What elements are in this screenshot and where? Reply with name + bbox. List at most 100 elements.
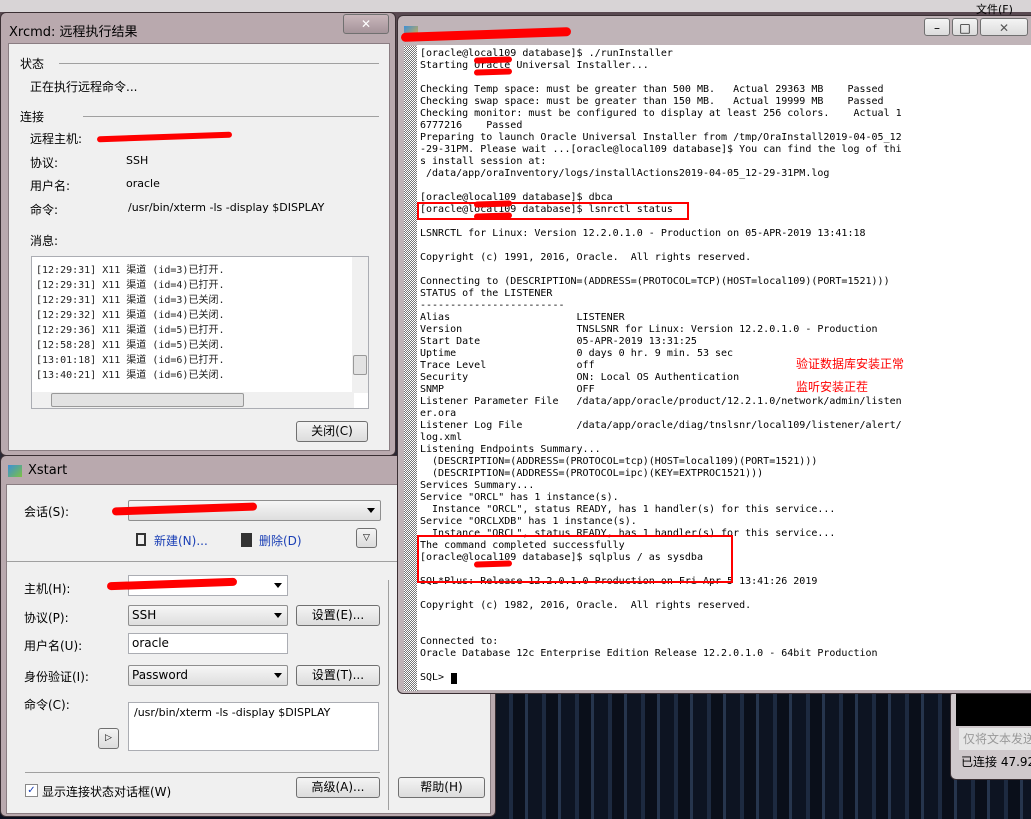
annotation-text: 验证数据库安装正常 <box>796 357 905 371</box>
close-dialog-button[interactable]: 关闭(C) <box>296 421 368 442</box>
terminal-line: Preparing to launch Oracle Universal Ins… <box>420 132 902 143</box>
log-entry: [12:58:28] X11 渠道 (id=5)已关闭. <box>36 340 225 351</box>
new-file-icon <box>136 533 146 546</box>
terminal-scrollbar[interactable] <box>404 46 418 691</box>
terminal-line: Listener Log File /data/app/oracle/diag/… <box>420 420 902 431</box>
command-textarea[interactable]: /usr/bin/xterm -ls -display $DISPLAY <box>128 702 379 751</box>
divider <box>83 116 379 117</box>
trash-icon <box>241 533 252 547</box>
send-text-input[interactable]: 仅将文本发送 <box>959 728 1031 750</box>
terminal-line: Alias LISTENER <box>420 312 625 323</box>
redaction <box>96 131 233 143</box>
terminal-line: Starting Oracle Universal Installer... <box>420 60 649 71</box>
close-button[interactable]: ✕ <box>980 18 1028 36</box>
terminal-output[interactable]: [oracle@local109 database]$ ./runInstall… <box>417 45 1031 690</box>
terminal-line: [oracle@local109 database]$ ./runInstall… <box>420 48 673 59</box>
highlight-box <box>417 535 733 583</box>
help-button[interactable]: 帮助(H) <box>398 777 485 798</box>
vertical-scrollbar[interactable] <box>352 257 368 393</box>
xstart-logo-icon <box>8 465 22 477</box>
auth-value: Password <box>132 668 189 682</box>
protocol-value: SSH <box>126 154 149 167</box>
advanced-button[interactable]: 高级(A)... <box>296 777 380 798</box>
terminal-line: log.xml <box>420 432 463 443</box>
run-arrow-button[interactable]: ▷ <box>98 728 119 749</box>
minimize-button[interactable]: – <box>924 18 950 36</box>
connection-section-label: 连接 <box>20 110 45 124</box>
xstart-title: Xstart <box>28 463 68 478</box>
terminal-line: STATUS of the LISTENER <box>420 288 553 299</box>
terminal-line: Listening Endpoints Summary... <box>420 444 601 455</box>
terminal-line: Copyright (c) 1982, 2016, Oracle. All ri… <box>420 600 752 611</box>
terminal-line: Connecting to (DESCRIPTION=(ADDRESS=(PRO… <box>420 276 890 287</box>
messages-log[interactable]: [12:29:31] X11 渠道 (id=3)已打开. [12:29:31] X… <box>31 256 369 409</box>
horizontal-scrollbar[interactable] <box>32 392 354 408</box>
delete-session-link[interactable]: 删除(D) <box>259 532 302 549</box>
side-window: 仅将文本发送 已连接 47.92.2 <box>950 690 1031 780</box>
maximize-button[interactable]: □ <box>952 18 978 36</box>
scroll-thumb[interactable] <box>51 393 244 407</box>
protocol-value: SSH <box>132 608 157 622</box>
username-input[interactable]: oracle <box>128 633 288 654</box>
terminal-line: Security ON: Local OS Authentication <box>420 372 740 383</box>
divider <box>388 580 389 810</box>
protocol-select[interactable]: SSH <box>128 605 288 626</box>
terminal-line: SNMP OFF <box>420 384 595 395</box>
username-value: oracle <box>126 177 160 190</box>
auth-settings-button[interactable]: 设置(T)... <box>296 665 380 686</box>
connection-status: 已连接 47.92.2 <box>961 755 1031 769</box>
terminal-line: Uptime 0 days 0 hr. 9 min. 53 sec <box>420 348 734 359</box>
status-text: 正在执行远程命令... <box>30 80 138 94</box>
command-value: /usr/bin/xterm -ls -display $DISPLAY <box>128 201 325 214</box>
xrcmd-window: Xrcmd: 远程执行结果 ✕ 状态 正在执行远程命令... 连接 远程主机: … <box>0 12 396 456</box>
new-session-link[interactable]: 新建(N)... <box>154 532 208 549</box>
terminal-line: /data/app/oraInventory/logs/installActio… <box>420 168 830 179</box>
terminal-line: Connected to: <box>420 636 499 647</box>
auth-label: 身份验证(I): <box>24 670 89 684</box>
terminal-line: -29-31PM. Please wait ...[oracle@local10… <box>420 144 902 155</box>
terminal-line: Oracle Database 12c Enterprise Edition R… <box>420 648 878 659</box>
terminal-line: Service "ORCLXDB" has 1 instance(s). <box>420 516 637 527</box>
terminal-line: Checking monitor: must be configured to … <box>420 108 902 119</box>
terminal-line: Start Date 05-APR-2019 13:31:25 <box>420 336 697 347</box>
protocol-settings-button[interactable]: 设置(E)... <box>296 605 380 626</box>
close-button[interactable]: ✕ <box>343 14 389 34</box>
auth-select[interactable]: Password <box>128 665 288 686</box>
log-entry: [12:29:31] X11 渠道 (id=3)已打开. <box>36 265 225 276</box>
xrcmd-panel: 状态 正在执行远程命令... 连接 远程主机: 协议: SSH 用户名: ora… <box>8 43 390 451</box>
show-status-label: 显示连接状态对话框(W) <box>42 785 172 799</box>
command-label: 命令(C): <box>24 698 70 712</box>
terminal-line: SQL> <box>420 672 451 683</box>
terminal-line: Checking Temp space: must be greater tha… <box>420 84 884 95</box>
protocol-label: 协议: <box>30 156 59 170</box>
messages-label: 消息: <box>30 234 59 248</box>
terminal-line: Instance "ORCL", status READY, has 1 han… <box>420 504 836 515</box>
background-window-strip <box>0 0 1031 12</box>
log-entry: [13:01:18] X11 渠道 (id=6)已打开. <box>36 355 225 366</box>
username-label: 用户名: <box>30 179 71 193</box>
protocol-label: 协议(P): <box>24 611 69 625</box>
terminal-line: ------------------------ <box>420 300 565 311</box>
terminal-cursor <box>451 673 457 684</box>
terminal-line: Service "ORCL" has 1 instance(s). <box>420 492 619 503</box>
divider <box>59 63 379 64</box>
session-label: 会话(S): <box>24 505 70 519</box>
host-label: 主机(H): <box>24 582 71 596</box>
scroll-thumb[interactable] <box>353 355 367 375</box>
terminal-line: Copyright (c) 1991, 2016, Oracle. All ri… <box>420 252 752 263</box>
remote-host-label: 远程主机: <box>30 132 83 146</box>
log-entry: [12:29:36] X11 渠道 (id=5)已打开. <box>36 325 225 336</box>
log-entry: [13:40:21] X11 渠道 (id=6)已关闭. <box>36 370 225 381</box>
terminal-line: Checking swap space: must be greater tha… <box>420 96 884 107</box>
command-label: 命令: <box>30 203 59 217</box>
xrcmd-title: Xrcmd: 远程执行结果 <box>9 25 138 40</box>
log-entry: [12:29:31] X11 渠道 (id=3)已关闭. <box>36 295 225 306</box>
expand-button[interactable]: ▽ <box>356 528 377 548</box>
log-entry: [12:29:31] X11 渠道 (id=4)已打开. <box>36 280 225 291</box>
status-section-label: 状态 <box>20 57 45 71</box>
show-status-checkbox[interactable]: ✓ <box>25 784 38 797</box>
annotation-text: 监听安装正茬 <box>796 380 869 394</box>
divider <box>25 772 380 773</box>
terminal-line: (DESCRIPTION=(ADDRESS=(PROTOCOL=tcp)(HOS… <box>420 456 818 467</box>
log-entry: [12:29:32] X11 渠道 (id=4)已关闭. <box>36 310 225 321</box>
